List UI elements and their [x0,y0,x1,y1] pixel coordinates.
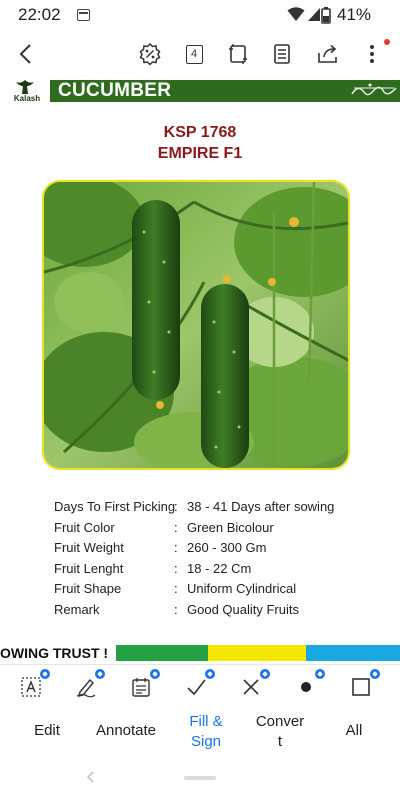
spec-colon: : [174,540,178,555]
spec-value: 38 - 41 Days after sowing [187,499,335,514]
status-time: 22:02 [18,5,61,24]
tab-edit[interactable]: Edit [24,721,70,741]
rectangle-tool[interactable] [347,669,380,700]
cucumber-plant-image [44,182,348,468]
checkmark-tool[interactable] [182,669,215,700]
back-button[interactable] [12,40,40,68]
zoom-percent-icon [139,42,161,66]
tab-convert-line1: Conver [255,713,305,730]
fill-sign-tools [0,664,400,708]
cross-icon [243,679,259,695]
reading-view-icon [274,44,290,64]
banner-green-stripe [116,645,208,661]
spec-value: Green Bicolour [187,519,274,535]
specifications-table: Days To First Picking : 38 - 41 Days aft… [54,499,384,622]
signature-tool[interactable] [72,669,105,700]
spec-colon: : [174,499,178,514]
form-fill-icon [132,678,150,697]
dot-icon [301,682,311,692]
cucumber-photo [42,180,350,470]
banner-blue-stripe [306,645,400,661]
crop-title: CUCUMBER [58,80,172,101]
zoom-button[interactable] [136,40,164,68]
spec-label: Remark [54,601,100,617]
premium-badge [315,669,325,679]
text-box-icon [21,677,41,697]
brand-logo: Kalash [4,78,46,104]
more-vertical-icon [370,45,374,63]
spec-colon: : [174,601,178,617]
banner-text: OWING TRUST ! [0,645,115,661]
text-box-tool[interactable] [17,669,50,700]
signature-pen-icon [76,678,96,698]
rectangle-icon [352,678,370,696]
spec-row: Fruit Weight : 260 - 300 Gm [54,540,384,561]
spec-label: Days To First Picking [54,499,176,514]
bottom-tab-bar: Edit Annotate Fill & Sign Conver t All [0,708,400,764]
spec-label: Fruit Weight [54,540,124,555]
document-page[interactable]: Kalash CUCUMBER KSP 1768 EMPIRE F1 Days … [0,78,400,661]
tab-annotate[interactable]: Annotate [88,721,164,741]
tab-fill-and-sign[interactable]: Fill & Sign [178,712,234,752]
page-count-icon: 4 [185,44,203,64]
calendar-icon [77,9,90,21]
back-arrow-icon [19,44,31,64]
checkmark-icon [187,679,206,696]
brand-name: Kalash [13,94,41,103]
signal-icon [308,8,320,21]
spec-label: Fruit Shape [54,581,122,596]
premium-badge [370,669,380,679]
spec-label: Fruit Color [54,519,115,535]
spec-label: Fruit Lenght [54,560,124,576]
premium-badge [40,669,50,679]
share-button[interactable] [314,40,342,68]
tab-convert[interactable]: Conver t [250,712,310,752]
cross-tool[interactable] [237,669,270,700]
spec-row: Fruit Lenght : 18 - 22 Cm [54,561,384,582]
status-bar: 22:02 41% [0,0,400,30]
spec-value: 260 - 300 Gm [187,540,267,555]
variety-name: EMPIRE F1 [157,145,243,162]
page-count-button[interactable]: 4 [180,40,208,68]
banner-yellow-stripe [208,645,306,661]
tab-convert-line2: t [277,733,283,750]
reading-view-button[interactable] [268,40,296,68]
form-fill-tool[interactable] [127,669,160,700]
spec-value: Uniform Cylindrical [187,581,297,596]
notification-dot [384,39,390,45]
spec-row: Fruit Shape : Uniform Cylindrical [54,581,384,602]
share-icon [318,44,337,63]
tab-fill-line2: Sign [190,733,222,750]
spec-value: 18 - 22 Cm [187,560,252,576]
crop-button[interactable] [224,40,252,68]
spec-colon: : [174,581,178,596]
crop-icon [229,44,247,64]
battery-percent: 41% [337,5,372,24]
tab-all[interactable]: All [332,721,376,741]
document-header: Kalash CUCUMBER [0,78,400,104]
premium-badge [150,669,160,679]
battery-icon [321,7,331,24]
more-options-button[interactable] [358,40,386,68]
spec-row: Days To First Picking : 38 - 41 Days aft… [54,499,384,520]
hindi-tagline-emblem [351,83,397,96]
variety-code: KSP 1768 [163,124,237,141]
wifi-icon [287,7,305,21]
home-gesture-pill[interactable] [184,776,216,780]
spec-row: Fruit Color : Green Bicolour [54,520,384,541]
nav-back-chevron-icon[interactable] [85,770,95,784]
premium-badge [205,669,215,679]
system-navigation-bar [0,764,400,800]
dot-tool[interactable] [292,669,325,700]
premium-badge [260,669,270,679]
tab-fill-line1: Fill & [189,713,223,730]
premium-badge [95,669,105,679]
spec-colon: : [174,560,178,576]
trust-banner: OWING TRUST ! [0,645,400,661]
spec-colon: : [174,519,178,535]
spec-row: Remark : Good Quality Fruits [54,602,384,623]
spec-value: Good Quality Fruits [187,601,299,617]
document-toolbar: 4 [0,32,400,76]
